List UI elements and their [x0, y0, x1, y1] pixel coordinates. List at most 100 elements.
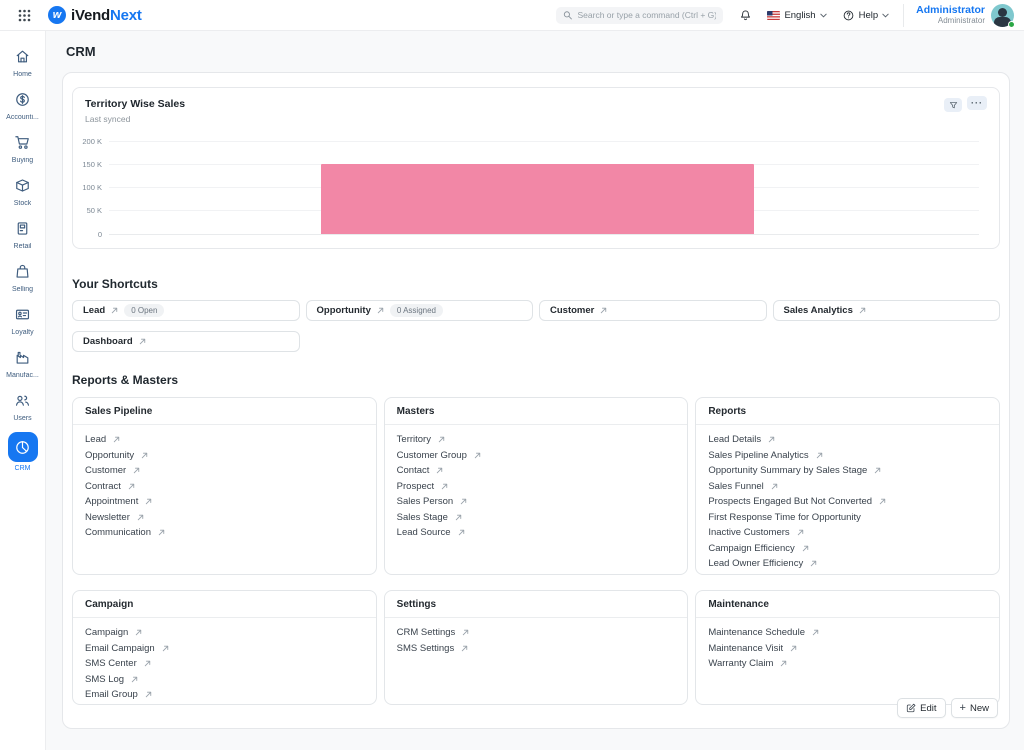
- arrow-up-right-icon: [460, 498, 467, 505]
- link-sales-funnel[interactable]: Sales Funnel: [708, 479, 987, 495]
- language-selector[interactable]: English: [767, 9, 827, 21]
- user-menu[interactable]: Administrator Administrator: [903, 3, 1015, 28]
- arrow-up-right-icon: [144, 660, 151, 667]
- chevron-down-icon: [882, 13, 889, 18]
- arrow-up-right-icon: [802, 545, 809, 552]
- link-communication[interactable]: Communication: [85, 525, 364, 541]
- chart-filter-button[interactable]: [944, 98, 962, 112]
- sidebar-item-selling[interactable]: Selling: [3, 256, 43, 296]
- link-contract[interactable]: Contract: [85, 479, 364, 495]
- link-newsletter[interactable]: Newsletter: [85, 510, 364, 526]
- link-inactive-customers[interactable]: Inactive Customers: [708, 525, 987, 541]
- card-masters: Masters Territory Customer Group Contact: [383, 397, 689, 575]
- link-maintenance-visit[interactable]: Maintenance Visit: [708, 641, 987, 657]
- language-label: English: [784, 9, 816, 21]
- arrow-up-right-icon: [441, 483, 448, 490]
- plus-icon: +: [959, 701, 966, 714]
- link-campaign-efficiency[interactable]: Campaign Efficiency: [708, 541, 987, 557]
- shortcut-count-badge: 0 Assigned: [389, 304, 443, 317]
- arrow-up-right-icon: [458, 529, 465, 536]
- apps-grid-icon[interactable]: [14, 5, 34, 25]
- shortcuts-heading: Your Shortcuts: [72, 277, 158, 291]
- link-sms-center[interactable]: SMS Center: [85, 656, 364, 672]
- card-title: Maintenance: [696, 591, 999, 618]
- link-prospect[interactable]: Prospect: [397, 479, 676, 495]
- sidebar-item-stock[interactable]: Stock: [3, 170, 43, 210]
- link-lead-owner-efficiency[interactable]: Lead Owner Efficiency: [708, 556, 987, 572]
- workspace-container: Territory Wise Sales Last synced ··· 200…: [62, 72, 1010, 729]
- chart-gridline: 0: [98, 230, 979, 239]
- link-lead-details[interactable]: Lead Details: [708, 432, 987, 448]
- accounting-icon: [12, 88, 34, 110]
- sidebar-item-retail[interactable]: Retail: [3, 213, 43, 253]
- shortcut-opportunity[interactable]: Opportunity 0 Assigned: [305, 300, 533, 321]
- link-warranty-claim[interactable]: Warranty Claim: [708, 656, 987, 672]
- chart-title: Territory Wise Sales: [85, 98, 186, 110]
- sidebar-item-loyalty[interactable]: Loyalty: [3, 299, 43, 339]
- link-prospects-engaged-but-not-converted[interactable]: Prospects Engaged But Not Converted: [708, 494, 987, 510]
- notifications-bell-icon[interactable]: [739, 9, 752, 22]
- shortcut-label: Lead: [83, 305, 106, 316]
- link-opportunity[interactable]: Opportunity: [85, 448, 364, 464]
- link-contact[interactable]: Contact: [397, 463, 676, 479]
- arrow-up-right-icon: [810, 560, 817, 567]
- help-menu[interactable]: Help: [842, 9, 890, 22]
- arrow-up-right-icon: [135, 629, 142, 636]
- sidebar-item-crm[interactable]: CRM: [3, 428, 43, 475]
- sidebar-item-accounti[interactable]: Accounti...: [3, 84, 43, 124]
- reports-masters-grid: Sales Pipeline Lead Opportunity Customer: [72, 397, 1000, 705]
- shortcut-dashboard[interactable]: Dashboard: [72, 331, 300, 352]
- arrow-up-right-icon: [162, 645, 169, 652]
- app-logo[interactable]: w iVendNext: [48, 6, 142, 24]
- card-maintenance: Maintenance Maintenance Schedule Mainten…: [695, 590, 1000, 705]
- shortcut-label: Customer: [550, 305, 595, 316]
- link-sales-person[interactable]: Sales Person: [397, 494, 676, 510]
- shortcut-customer[interactable]: Customer: [539, 300, 767, 321]
- link-lead-source[interactable]: Lead Source: [397, 525, 676, 541]
- edit-button[interactable]: Edit: [897, 698, 946, 718]
- card-title: Reports: [696, 398, 999, 425]
- shortcut-label: Dashboard: [83, 336, 133, 347]
- shortcut-lead[interactable]: Lead 0 Open: [72, 300, 300, 321]
- shortcut-label: Opportunity: [316, 305, 371, 316]
- link-email-campaign[interactable]: Email Campaign: [85, 641, 364, 657]
- link-sms-settings[interactable]: SMS Settings: [397, 641, 676, 657]
- link-customer[interactable]: Customer: [85, 463, 364, 479]
- ivend-logo-icon: w: [48, 6, 66, 24]
- link-sales-stage[interactable]: Sales Stage: [397, 510, 676, 526]
- link-customer-group[interactable]: Customer Group: [397, 448, 676, 464]
- link-campaign[interactable]: Campaign: [85, 625, 364, 641]
- chevron-down-icon: [819, 13, 827, 18]
- sidebar-item-users[interactable]: Users: [3, 385, 43, 425]
- link-email-group[interactable]: Email Group: [85, 687, 364, 703]
- arrow-up-right-icon: [128, 483, 135, 490]
- sidebar-item-manufac[interactable]: Manufac...: [3, 342, 43, 382]
- new-button[interactable]: + New: [950, 698, 998, 718]
- arrow-up-right-icon: [377, 307, 384, 314]
- manufacturing-icon: [12, 346, 34, 368]
- card-settings: Settings CRM Settings SMS Settings: [383, 590, 689, 705]
- arrow-up-right-icon: [436, 467, 443, 474]
- y-axis-tick-label: 100 K: [82, 183, 102, 193]
- link-opportunity-summary-by-sales-stage[interactable]: Opportunity Summary by Sales Stage: [708, 463, 987, 479]
- search-input[interactable]: [577, 10, 717, 20]
- link-appointment[interactable]: Appointment: [85, 494, 364, 510]
- link-maintenance-schedule[interactable]: Maintenance Schedule: [708, 625, 987, 641]
- us-flag-icon: [767, 10, 781, 20]
- global-search[interactable]: [556, 6, 724, 24]
- link-lead[interactable]: Lead: [85, 432, 364, 448]
- module-sidebar: Home Accounti... Buying Stock Retail Sel…: [0, 31, 46, 750]
- link-sales-pipeline-analytics[interactable]: Sales Pipeline Analytics: [708, 448, 987, 464]
- loyalty-icon: [12, 303, 34, 325]
- link-territory[interactable]: Territory: [397, 432, 676, 448]
- sidebar-item-home[interactable]: Home: [3, 41, 43, 81]
- shortcut-sales-analytics[interactable]: Sales Analytics: [772, 300, 1000, 321]
- link-sms-log[interactable]: SMS Log: [85, 672, 364, 688]
- sidebar-item-buying[interactable]: Buying: [3, 127, 43, 167]
- arrow-up-right-icon: [816, 452, 823, 459]
- chart-menu-button[interactable]: ···: [967, 96, 987, 110]
- link-crm-settings[interactable]: CRM Settings: [397, 625, 676, 641]
- arrow-up-right-icon: [145, 498, 152, 505]
- chart-bar[interactable]: [321, 163, 754, 234]
- link-first-response-time-for-opportunity[interactable]: First Response Time for Opportunity: [708, 510, 987, 526]
